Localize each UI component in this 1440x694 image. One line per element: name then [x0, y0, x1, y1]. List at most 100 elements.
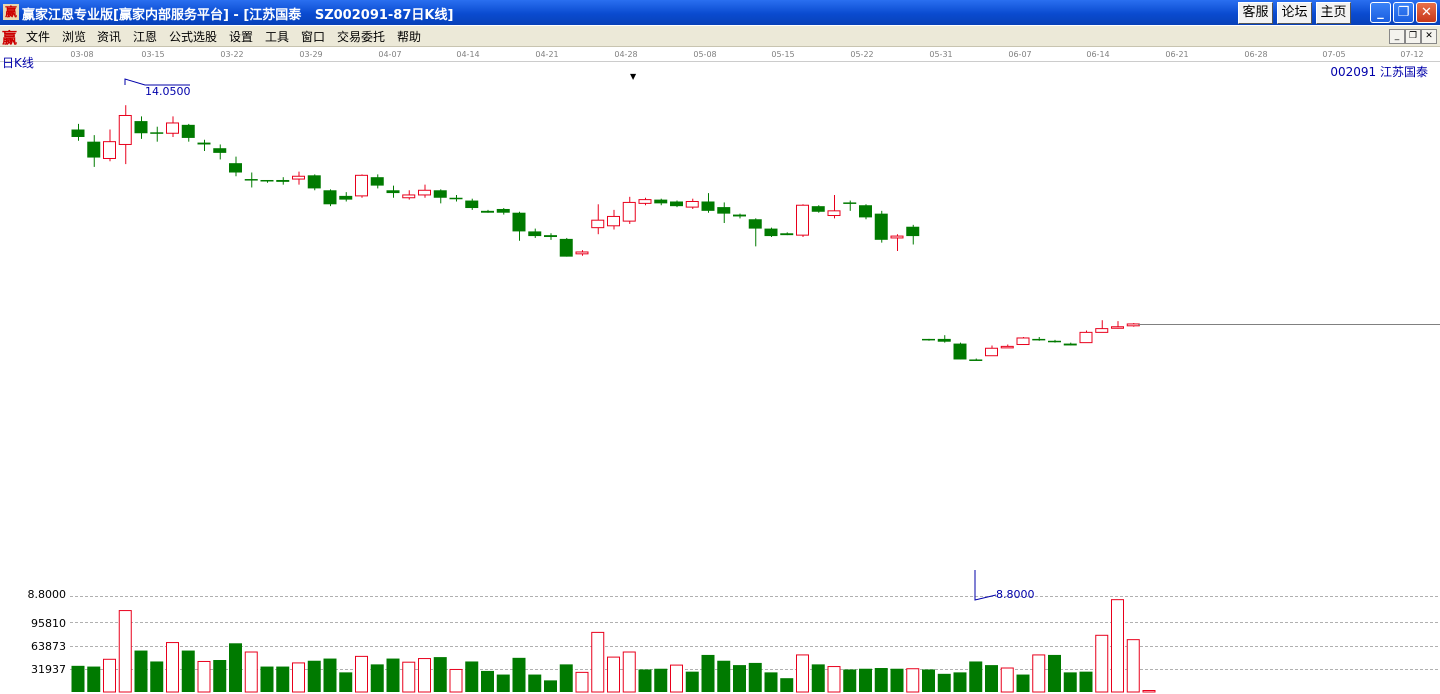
candle-body	[827, 210, 841, 217]
candle-body	[670, 201, 683, 207]
candle-body	[1048, 340, 1061, 343]
volume-bar	[638, 669, 652, 692]
candle-body	[229, 163, 242, 173]
low-price-note: 8.8000	[996, 588, 1035, 601]
candle-body	[717, 207, 731, 214]
volume-axis-label: 31937	[31, 663, 66, 676]
volume-bar	[449, 668, 463, 693]
volume-bar	[1142, 690, 1156, 693]
volume-bar	[229, 643, 242, 692]
volume-bar	[213, 660, 227, 692]
volume-axis-label: 63873	[31, 640, 66, 653]
candle-body	[528, 231, 542, 237]
volume-bar	[528, 674, 542, 692]
candle-body	[969, 359, 983, 361]
candle-body	[418, 189, 431, 196]
volume-bar	[748, 662, 762, 692]
candle-body	[748, 219, 762, 229]
volume-bar	[402, 661, 416, 693]
volume-bar	[985, 665, 998, 692]
candle-body	[1079, 331, 1093, 344]
volume-bar	[622, 651, 636, 693]
volume-bar	[701, 654, 715, 692]
volume-bar	[890, 668, 904, 692]
candle-body	[181, 124, 195, 138]
candle-body	[654, 199, 668, 204]
volume-bar	[1048, 654, 1061, 692]
candle-body	[402, 194, 416, 199]
candle-body	[292, 175, 305, 180]
volume-bar	[1111, 599, 1124, 693]
candle-body	[1063, 343, 1077, 346]
volume-bar	[575, 671, 589, 693]
volume-bar	[197, 660, 211, 693]
volume-bar	[859, 668, 872, 692]
volume-bar	[1126, 639, 1140, 693]
volume-bar	[874, 668, 888, 692]
volume-bar	[370, 664, 384, 692]
candle-body	[843, 202, 857, 204]
candle-body	[985, 347, 998, 357]
candle-body	[937, 338, 951, 342]
candle-body	[607, 215, 620, 227]
candle-body	[449, 197, 463, 200]
volume-bar	[1016, 674, 1030, 692]
volume-bar	[339, 672, 353, 692]
candle-body	[370, 177, 384, 186]
candle-body	[465, 200, 479, 209]
candle-body	[134, 121, 148, 134]
volume-bar	[150, 661, 164, 692]
volume-bar	[953, 672, 967, 692]
candle-body	[764, 228, 778, 237]
candle-body	[260, 179, 274, 182]
volume-bar	[307, 660, 321, 692]
candle-body	[859, 205, 872, 218]
volume-bar	[607, 656, 620, 693]
candle-body	[733, 214, 746, 217]
volume-bar	[418, 658, 431, 693]
volume-bar	[544, 680, 557, 692]
volume-bar	[1063, 672, 1077, 692]
candle-body	[386, 190, 400, 194]
candle-body	[922, 338, 935, 341]
candle-body	[87, 141, 101, 158]
candle-body	[339, 195, 353, 200]
candle-body	[496, 208, 510, 213]
kline-chart[interactable]	[0, 0, 1440, 694]
candle-body	[575, 251, 589, 255]
volume-bar	[1032, 654, 1046, 693]
volume-bar	[733, 665, 746, 692]
volume-bar	[843, 669, 857, 692]
price-axis-label: 8.8000	[27, 588, 67, 601]
candle-body	[906, 226, 920, 237]
candle-body	[685, 200, 699, 208]
candle-body	[150, 132, 164, 134]
candle-body	[323, 190, 337, 205]
volume-bar	[496, 674, 510, 692]
candle-body	[559, 238, 573, 257]
volume-bar	[166, 642, 179, 693]
low-note-leader	[974, 570, 997, 601]
volume-bar	[1095, 634, 1109, 693]
volume-bar	[481, 670, 494, 692]
high-price-note: 14.0500	[145, 85, 191, 98]
candle-body	[118, 114, 132, 145]
volume-bar	[1000, 667, 1014, 693]
candle-body	[796, 204, 809, 236]
volume-bar	[512, 657, 526, 692]
candle-body	[433, 190, 447, 198]
volume-bar	[433, 657, 447, 692]
volume-bar	[323, 658, 337, 692]
candle-body	[780, 233, 794, 236]
candle-body	[701, 201, 715, 211]
candle-body	[103, 141, 116, 159]
candle-body	[1095, 328, 1109, 333]
candle-body	[622, 201, 636, 222]
volume-bar	[118, 610, 132, 693]
candle-body	[953, 343, 967, 360]
volume-bar	[685, 671, 699, 692]
volume-bar	[134, 650, 148, 692]
candle-body	[1000, 345, 1014, 349]
volume-bar	[717, 660, 731, 692]
volume-bar	[276, 666, 290, 692]
